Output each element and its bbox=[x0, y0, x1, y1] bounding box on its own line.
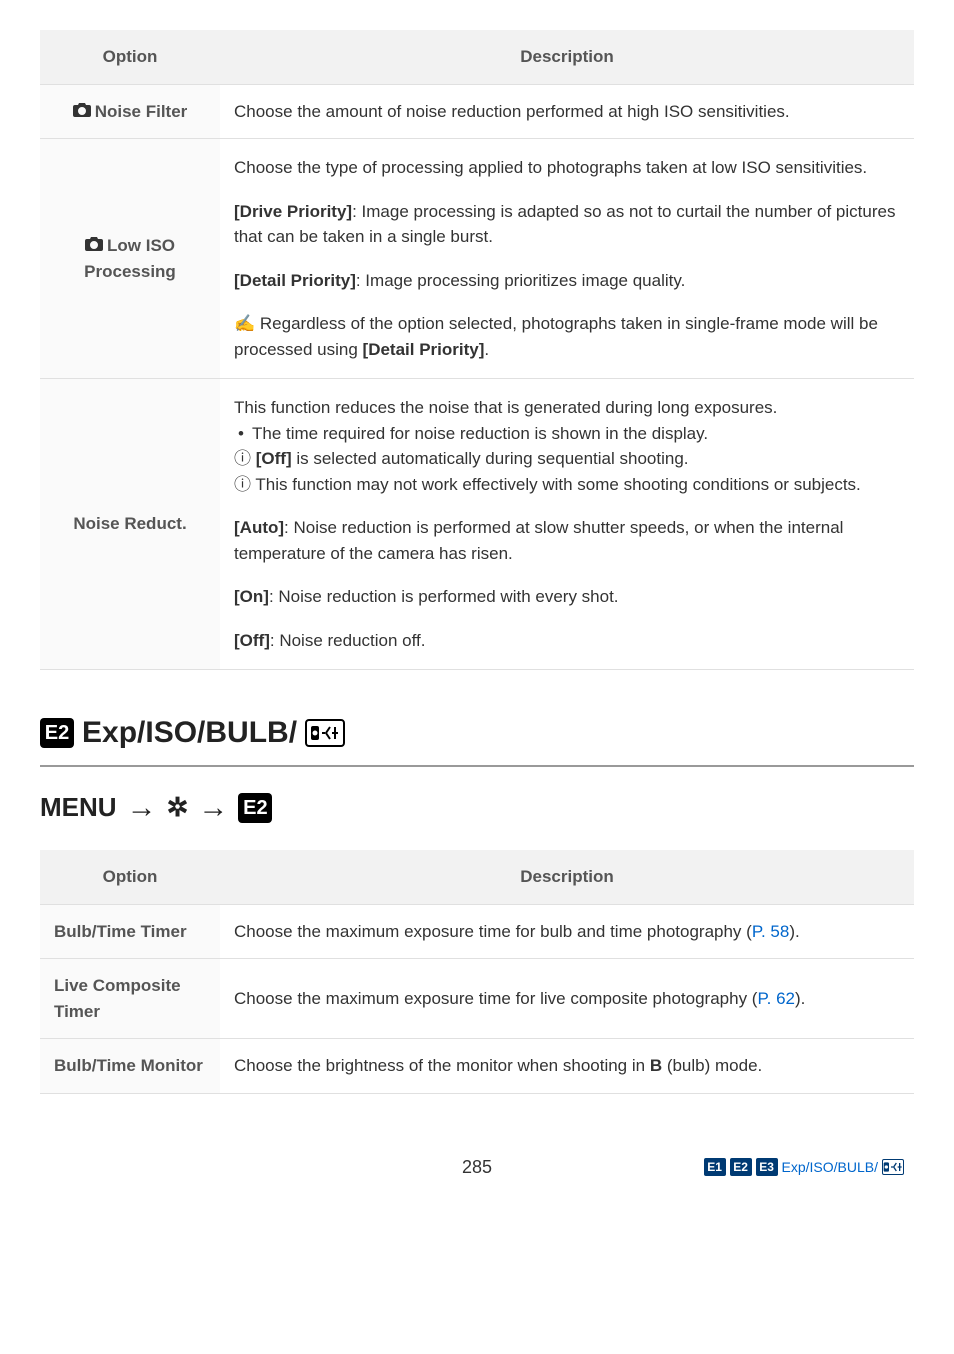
desc-pre: Choose the maximum exposure time for bul… bbox=[234, 922, 752, 941]
th-description: Description bbox=[220, 850, 914, 904]
option-cell: Noise Filter bbox=[40, 84, 220, 139]
bold-label: [On] bbox=[234, 587, 269, 606]
e3-badge-icon: E3 bbox=[756, 1158, 778, 1176]
table-row: Noise Filter Choose the amount of noise … bbox=[40, 84, 914, 139]
option-cell: Noise Reduct. bbox=[40, 379, 220, 670]
desc-pre: Choose the brightness of the monitor whe… bbox=[234, 1056, 650, 1075]
desc-cell: This function reduces the noise that is … bbox=[220, 379, 914, 670]
page-footer: 285 E1 E2 E3 Exp/ISO/BULB/ bbox=[40, 1154, 914, 1181]
bold-label: [Auto] bbox=[234, 518, 284, 537]
desc-bullet: The time required for noise reduction is… bbox=[234, 421, 900, 447]
desc-intro: This function reduces the noise that is … bbox=[234, 395, 900, 421]
desc-cell: Choose the maximum exposure time for bul… bbox=[220, 904, 914, 959]
desc-cell: Choose the maximum exposure time for liv… bbox=[220, 959, 914, 1039]
desc-intro: Choose the type of processing applied to… bbox=[234, 155, 900, 181]
desc-post: ). bbox=[789, 922, 799, 941]
bold-label: [Detail Priority] bbox=[234, 271, 356, 290]
heading-text: Exp/ISO/BULB/ bbox=[82, 710, 297, 755]
desc-text: is selected automatically during sequent… bbox=[292, 449, 689, 468]
table-row: Noise Reduct. This function reduces the … bbox=[40, 379, 914, 670]
hint-suffix: . bbox=[484, 340, 489, 359]
table-row: Live Composite Timer Choose the maximum … bbox=[40, 959, 914, 1039]
page-link[interactable]: P. 62 bbox=[757, 989, 795, 1008]
desc-text: : Noise reduction is performed with ever… bbox=[269, 587, 619, 606]
desc-post: ). bbox=[795, 989, 805, 1008]
section-heading: E2 Exp/ISO/BULB/ bbox=[40, 710, 914, 767]
table-e1: Option Description Noise Filter Choose t… bbox=[40, 30, 914, 670]
bold-label: [Off] bbox=[234, 631, 270, 650]
desc-intro-group: This function reduces the noise that is … bbox=[234, 395, 900, 497]
menu-label: MENU bbox=[40, 788, 117, 827]
bold-label: B bbox=[650, 1056, 662, 1075]
desc-info: [Off] is selected automatically during s… bbox=[234, 446, 900, 472]
desc-text: : Noise reduction off. bbox=[270, 631, 426, 650]
desc-post: (bulb) mode. bbox=[662, 1056, 762, 1075]
desc-drive: [Drive Priority]: Image processing is ad… bbox=[234, 199, 900, 250]
e2-badge-icon: E2 bbox=[40, 718, 74, 748]
desc-hint: Regardless of the option selected, photo… bbox=[234, 311, 900, 362]
option-label: Noise Filter bbox=[95, 102, 188, 121]
footer-breadcrumb[interactable]: E1 E2 E3 Exp/ISO/BULB/ bbox=[619, 1157, 904, 1178]
camera-icon bbox=[85, 233, 103, 259]
e2-badge-icon: E2 bbox=[730, 1158, 752, 1176]
camera-icon bbox=[73, 99, 91, 125]
desc-text: : Image processing prioritizes image qua… bbox=[356, 271, 685, 290]
bold-label: [Drive Priority] bbox=[234, 202, 352, 221]
table-e2: Option Description Bulb/Time Timer Choos… bbox=[40, 850, 914, 1094]
bold-label: [Detail Priority] bbox=[363, 340, 485, 359]
exposure-adjust-icon bbox=[305, 719, 345, 747]
gear-icon: ✲ bbox=[167, 788, 189, 827]
option-cell: Low ISO Processing bbox=[40, 139, 220, 379]
exposure-adjust-icon bbox=[882, 1159, 904, 1175]
menu-path: MENU ✲ E2 bbox=[40, 785, 914, 830]
desc-text: This function may not work effectively w… bbox=[255, 475, 860, 494]
th-option: Option bbox=[40, 30, 220, 84]
option-cell: Live Composite Timer bbox=[40, 959, 220, 1039]
table-row: Bulb/Time Timer Choose the maximum expos… bbox=[40, 904, 914, 959]
option-cell: Bulb/Time Timer bbox=[40, 904, 220, 959]
desc-on: [On]: Noise reduction is performed with … bbox=[234, 584, 900, 610]
bold-label: [Off] bbox=[256, 449, 292, 468]
desc-auto: [Auto]: Noise reduction is performed at … bbox=[234, 515, 900, 566]
th-description: Description bbox=[220, 30, 914, 84]
page-link[interactable]: P. 58 bbox=[752, 922, 790, 941]
e2-badge-icon: E2 bbox=[238, 793, 272, 823]
footer-label: Exp/ISO/BULB/ bbox=[782, 1157, 878, 1178]
arrow-right-icon bbox=[127, 785, 157, 830]
table-row: Bulb/Time Monitor Choose the brightness … bbox=[40, 1039, 914, 1094]
desc-text: : Noise reduction is performed at slow s… bbox=[234, 518, 843, 563]
e1-badge-icon: E1 bbox=[704, 1158, 726, 1176]
desc-pre: Choose the maximum exposure time for liv… bbox=[234, 989, 757, 1008]
desc-cell: Choose the type of processing applied to… bbox=[220, 139, 914, 379]
arrow-right-icon bbox=[198, 785, 228, 830]
desc-off: [Off]: Noise reduction off. bbox=[234, 628, 900, 654]
table-row: Low ISO Processing Choose the type of pr… bbox=[40, 139, 914, 379]
desc-info: This function may not work effectively w… bbox=[234, 472, 900, 498]
th-option: Option bbox=[40, 850, 220, 904]
desc-cell: Choose the amount of noise reduction per… bbox=[220, 84, 914, 139]
desc-detail: [Detail Priority]: Image processing prio… bbox=[234, 268, 900, 294]
option-cell: Bulb/Time Monitor bbox=[40, 1039, 220, 1094]
page-number: 285 bbox=[335, 1154, 620, 1181]
desc-cell: Choose the brightness of the monitor whe… bbox=[220, 1039, 914, 1094]
hint-text: Regardless of the option selected, photo… bbox=[234, 314, 878, 359]
